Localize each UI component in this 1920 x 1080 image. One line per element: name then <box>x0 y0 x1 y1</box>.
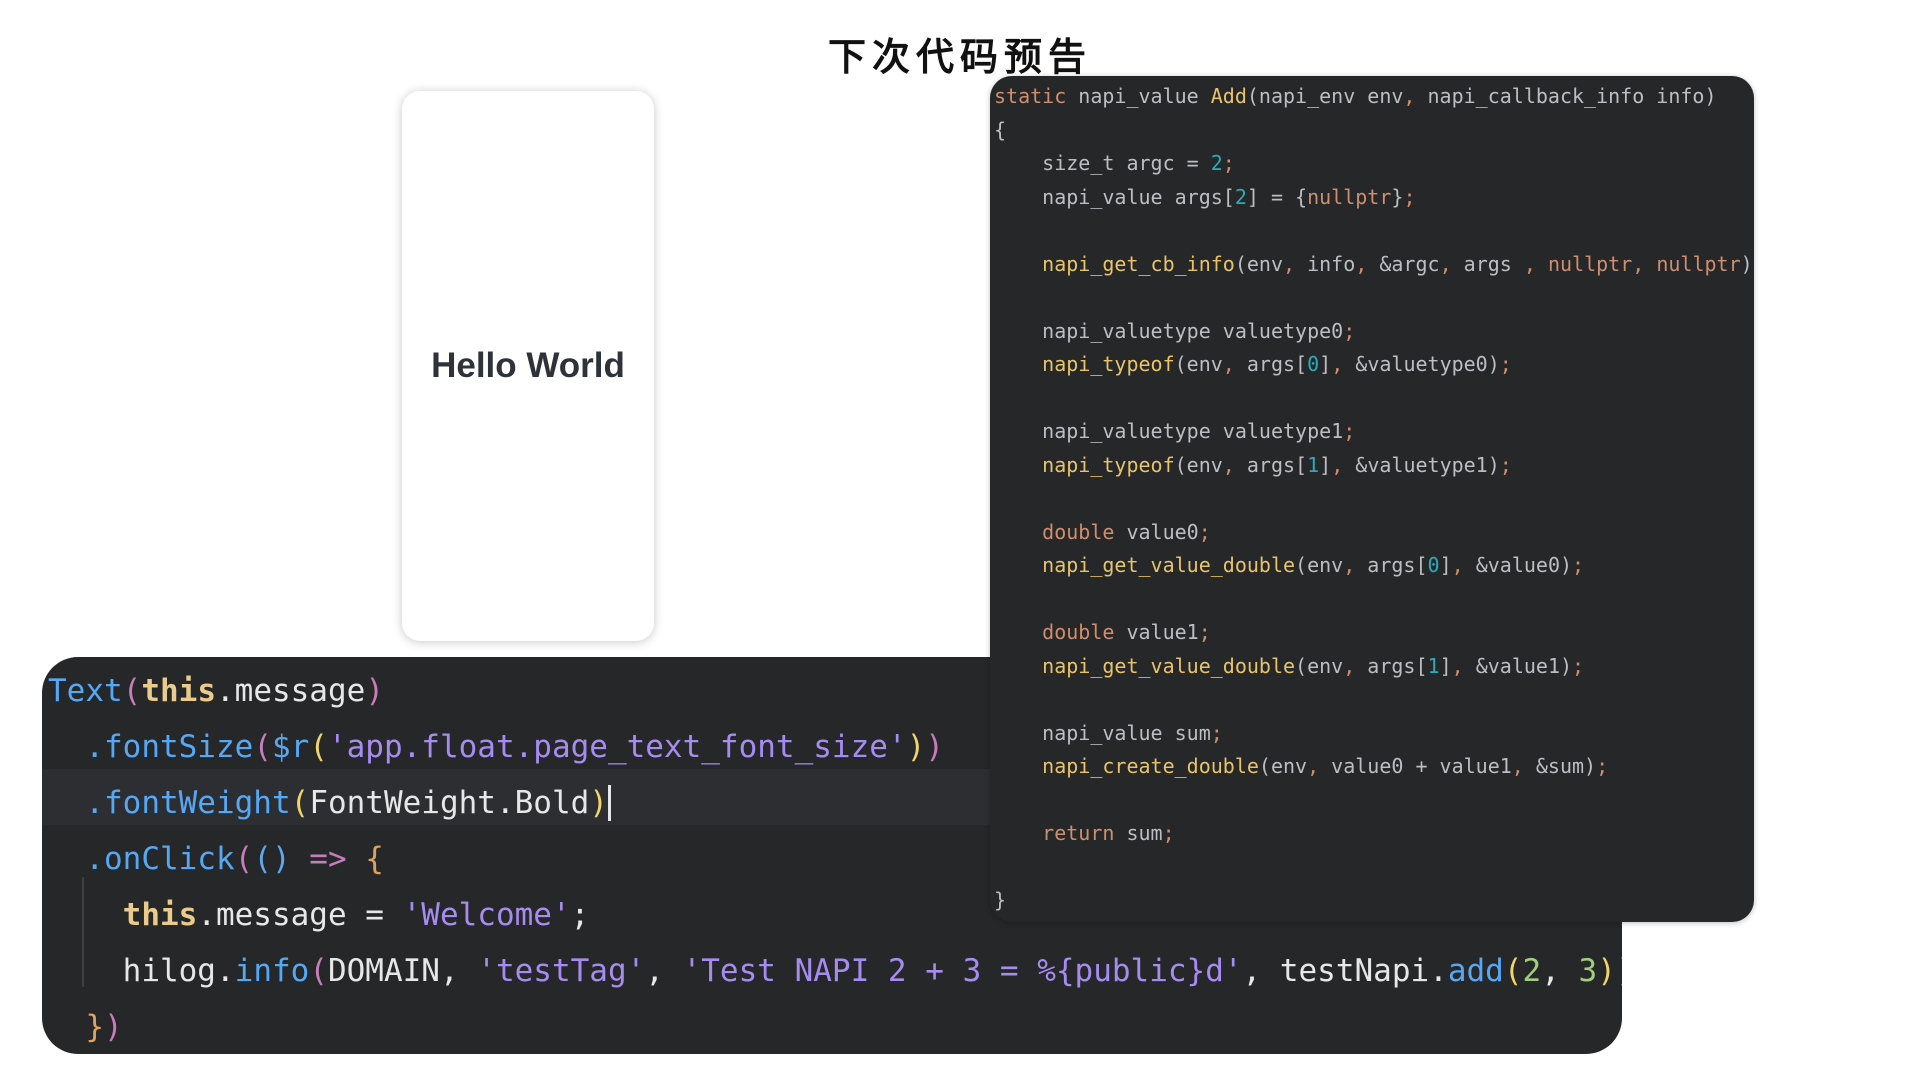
napi-line-6: napi_get_cb_info(env, info, &argc, args … <box>1042 251 1754 276</box>
napi-line-2: { <box>994 117 1007 142</box>
slide-title: 下次代码预告 <box>827 34 1092 79</box>
napi-code: static napi_value Add(napi_env env, napi… <box>994 80 1754 918</box>
napi-line-8: napi_valuetype valuetype0; <box>994 318 1356 343</box>
napi-line-3: size_t argc = 2; <box>994 151 1235 175</box>
napi-line-17: double value1; <box>1042 620 1211 644</box>
napi-line-18: napi_get_value_double(env, args[1], &val… <box>1042 653 1585 678</box>
napi-line-25: } <box>994 888 1007 912</box>
text-cursor <box>607 785 611 821</box>
code-line-5: this.message = 'Welcome'; <box>122 897 590 933</box>
napi-line-15: napi_get_value_double(env, args[0], &val… <box>1042 553 1585 577</box>
code-line-2: .fontSize($r('app.float.page_text_font_s… <box>85 729 944 765</box>
napi-line-21: napi_create_double(env, value0 + value1,… <box>1042 754 1609 778</box>
napi-line-4: napi_value args[2] = {nullptr}; <box>994 184 1416 209</box>
code-line-6: hilog.info(DOMAIN, 'testTag', 'Test NAPI… <box>122 953 1622 989</box>
code-line-1: Text(this.message) <box>48 673 384 709</box>
napi-code-panel: static napi_value Add(napi_env env, napi… <box>990 76 1754 922</box>
phone-preview: Hello World <box>402 91 654 641</box>
code-line-7: }) <box>85 1009 123 1045</box>
slide: { "slide": { "title": "下次代码预告" }, "previ… <box>0 0 1920 1080</box>
napi-line-20: napi_value sum; <box>994 720 1223 745</box>
napi-line-11: napi_valuetype valuetype1; <box>994 419 1356 443</box>
code-line-4: .onClick(() => { <box>85 841 384 877</box>
napi-line-12: napi_typeof(env, args[1], &valuetype1); <box>1042 452 1512 477</box>
napi-line-23: return sum; <box>1042 821 1175 845</box>
napi-line-9: napi_typeof(env, args[0], &valuetype0); <box>1042 352 1512 376</box>
code-line-3: .fontWeight(FontWeight.Bold) <box>48 785 611 821</box>
napi-line-14: double value0; <box>1042 519 1211 544</box>
napi-line-1: static napi_value Add(napi_env env, napi… <box>994 84 1717 108</box>
hello-world-text: Hello World <box>431 346 625 385</box>
